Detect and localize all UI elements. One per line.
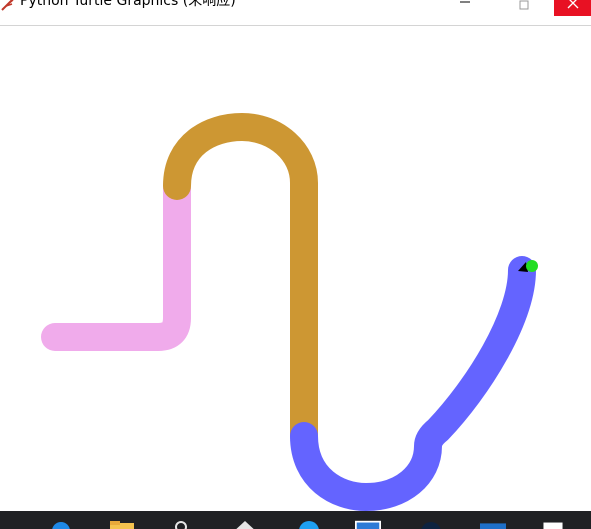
photoshop-icon[interactable]: [418, 519, 444, 529]
blue-path: [290, 256, 536, 511]
minimize-button[interactable]: [444, 0, 488, 16]
feather-icon: [1, 0, 14, 11]
browser-icon[interactable]: [296, 519, 322, 529]
word-icon[interactable]: [480, 519, 506, 529]
turtle-canvas[interactable]: [0, 27, 591, 511]
drawing-surface: [41, 113, 538, 511]
maximize-icon: [519, 0, 529, 10]
gold-path: [163, 113, 318, 450]
steam-icon[interactable]: [232, 519, 258, 529]
file-explorer-icon[interactable]: [108, 519, 134, 529]
edge-icon[interactable]: [48, 519, 74, 529]
notepad-icon[interactable]: [540, 519, 566, 529]
pink-path: [41, 172, 191, 351]
minimize-icon: [460, 1, 470, 3]
search-icon[interactable]: [168, 519, 194, 529]
close-button[interactable]: [554, 0, 591, 16]
title-bar: Python Turtle Graphics (未响应): [0, 0, 591, 26]
taskbar: [0, 511, 591, 529]
window-icon[interactable]: [355, 519, 381, 529]
window-title: Python Turtle Graphics (未响应): [20, 0, 236, 9]
maximize-button[interactable]: [502, 0, 546, 16]
close-icon: [567, 0, 579, 9]
